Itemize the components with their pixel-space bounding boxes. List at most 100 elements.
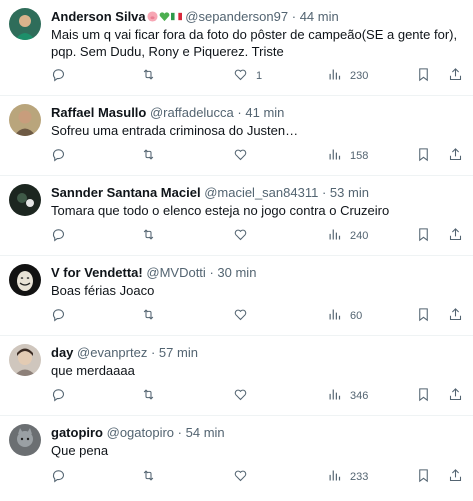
avatar[interactable] bbox=[9, 264, 41, 296]
share-icon bbox=[448, 307, 463, 325]
bookmark-icon bbox=[416, 227, 431, 245]
like-button[interactable] bbox=[233, 468, 256, 486]
views-icon bbox=[327, 468, 342, 486]
tweet[interactable]: Anderson Silva @sepanderson97 · 44 min M… bbox=[0, 0, 473, 96]
like-button[interactable]: 1 bbox=[233, 67, 262, 85]
bookmark-button[interactable] bbox=[416, 307, 431, 325]
separator-dot: · bbox=[237, 105, 242, 120]
author-name[interactable]: day bbox=[51, 345, 73, 360]
separator-dot: · bbox=[291, 9, 297, 24]
author-handle[interactable]: @evanprtez bbox=[77, 345, 147, 360]
tweet-text: Boas férias Joaco bbox=[51, 283, 155, 298]
reply-button[interactable] bbox=[51, 67, 66, 85]
views-icon bbox=[327, 227, 342, 245]
avatar[interactable] bbox=[9, 424, 41, 456]
tweet[interactable]: day @evanprtez · 57 min que merdaaaa 346 bbox=[0, 336, 473, 416]
avatar[interactable] bbox=[9, 184, 41, 216]
author-handle[interactable]: @ogatopiro bbox=[107, 425, 174, 440]
tweet[interactable]: Raffael Masullo @raffadelucca · 41 min S… bbox=[0, 96, 473, 176]
tweet[interactable]: Sannder Santana Maciel @maciel_san84311 … bbox=[0, 176, 473, 256]
reply-icon bbox=[51, 227, 66, 245]
views-count: 230 bbox=[350, 70, 369, 82]
author-name[interactable]: Raffael Masullo bbox=[51, 105, 146, 120]
author-name[interactable]: Sannder Santana Maciel bbox=[51, 185, 201, 200]
timestamp[interactable]: 54 min bbox=[186, 425, 225, 440]
like-button[interactable] bbox=[233, 387, 256, 405]
tweet-actions: 1 230 bbox=[51, 67, 465, 85]
avatar[interactable] bbox=[9, 8, 41, 40]
timestamp[interactable]: 57 min bbox=[159, 345, 198, 360]
retweet-button[interactable] bbox=[141, 307, 156, 325]
tweet-actions: 346 bbox=[51, 387, 465, 405]
reply-button[interactable] bbox=[51, 387, 66, 405]
reply-icon bbox=[51, 147, 66, 165]
views-button[interactable]: 158 bbox=[327, 147, 368, 165]
share-button[interactable] bbox=[448, 67, 463, 85]
like-button[interactable] bbox=[233, 227, 256, 245]
tweet-text: Mais um q vai ficar fora da foto do pôst… bbox=[51, 27, 458, 59]
heart-icon bbox=[233, 307, 248, 325]
author-handle[interactable]: @sepanderson97 bbox=[185, 9, 288, 24]
views-button[interactable]: 60 bbox=[327, 307, 362, 325]
timestamp[interactable]: 30 min bbox=[217, 265, 256, 280]
author-handle[interactable]: @raffadelucca bbox=[150, 105, 234, 120]
bookmark-icon bbox=[416, 468, 431, 486]
author-name[interactable]: gatopiro bbox=[51, 425, 103, 440]
retweet-button[interactable] bbox=[141, 387, 156, 405]
author-handle[interactable]: @MVDotti bbox=[146, 265, 205, 280]
bookmark-button[interactable] bbox=[416, 67, 431, 85]
views-button[interactable]: 233 bbox=[327, 468, 368, 486]
reply-button[interactable] bbox=[51, 468, 66, 486]
bookmark-button[interactable] bbox=[416, 147, 431, 165]
timestamp[interactable]: 44 min bbox=[300, 9, 339, 24]
tweet[interactable]: gatopiro @ogatopiro · 54 min Que pena 23… bbox=[0, 416, 473, 496]
bookmark-button[interactable] bbox=[416, 227, 431, 245]
avatar[interactable] bbox=[9, 104, 41, 136]
views-button[interactable]: 346 bbox=[327, 387, 368, 405]
retweet-button[interactable] bbox=[141, 147, 156, 165]
tweet-actions: 233 bbox=[51, 468, 465, 486]
reply-button[interactable] bbox=[51, 227, 66, 245]
share-button[interactable] bbox=[448, 468, 463, 486]
bookmark-icon bbox=[416, 307, 431, 325]
author-name[interactable]: Anderson Silva bbox=[51, 9, 146, 24]
timestamp[interactable]: 41 min bbox=[245, 105, 284, 120]
views-button[interactable]: 240 bbox=[327, 227, 368, 245]
views-icon bbox=[327, 147, 342, 165]
views-button[interactable]: 230 bbox=[327, 67, 368, 85]
separator-dot: · bbox=[321, 185, 327, 200]
share-icon bbox=[448, 67, 463, 85]
reply-button[interactable] bbox=[51, 147, 66, 165]
views-count: 346 bbox=[350, 390, 369, 402]
timestamp[interactable]: 53 min bbox=[330, 185, 369, 200]
share-button[interactable] bbox=[448, 387, 463, 405]
retweet-button[interactable] bbox=[141, 227, 156, 245]
retweet-button[interactable] bbox=[141, 468, 156, 486]
like-count: 1 bbox=[256, 70, 263, 82]
share-button[interactable] bbox=[448, 307, 463, 325]
author-handle[interactable]: @maciel_san84311 bbox=[204, 185, 318, 200]
italy-flag-icon bbox=[170, 9, 182, 21]
separator-dot: · bbox=[150, 345, 156, 360]
bookmark-icon bbox=[416, 387, 431, 405]
retweet-icon bbox=[141, 307, 156, 325]
tweet-text: que merdaaaa bbox=[51, 363, 135, 378]
reply-icon bbox=[51, 67, 66, 85]
reply-button[interactable] bbox=[51, 307, 66, 325]
avatar[interactable] bbox=[9, 344, 41, 376]
tweet-text: Sofreu uma entrada criminosa do Justen… bbox=[51, 123, 299, 138]
retweet-icon bbox=[141, 387, 156, 405]
bookmark-button[interactable] bbox=[416, 468, 431, 486]
separator-dot: · bbox=[209, 265, 214, 280]
share-icon bbox=[448, 468, 463, 486]
views-icon bbox=[327, 387, 342, 405]
share-button[interactable] bbox=[448, 147, 463, 165]
reply-icon bbox=[51, 307, 66, 325]
share-button[interactable] bbox=[448, 227, 463, 245]
like-button[interactable] bbox=[233, 307, 256, 325]
like-button[interactable] bbox=[233, 147, 256, 165]
tweet[interactable]: V for Vendetta! @MVDotti · 30 min Boas f… bbox=[0, 256, 473, 336]
author-name[interactable]: V for Vendetta! bbox=[51, 265, 143, 280]
retweet-button[interactable] bbox=[141, 67, 156, 85]
bookmark-button[interactable] bbox=[416, 387, 431, 405]
